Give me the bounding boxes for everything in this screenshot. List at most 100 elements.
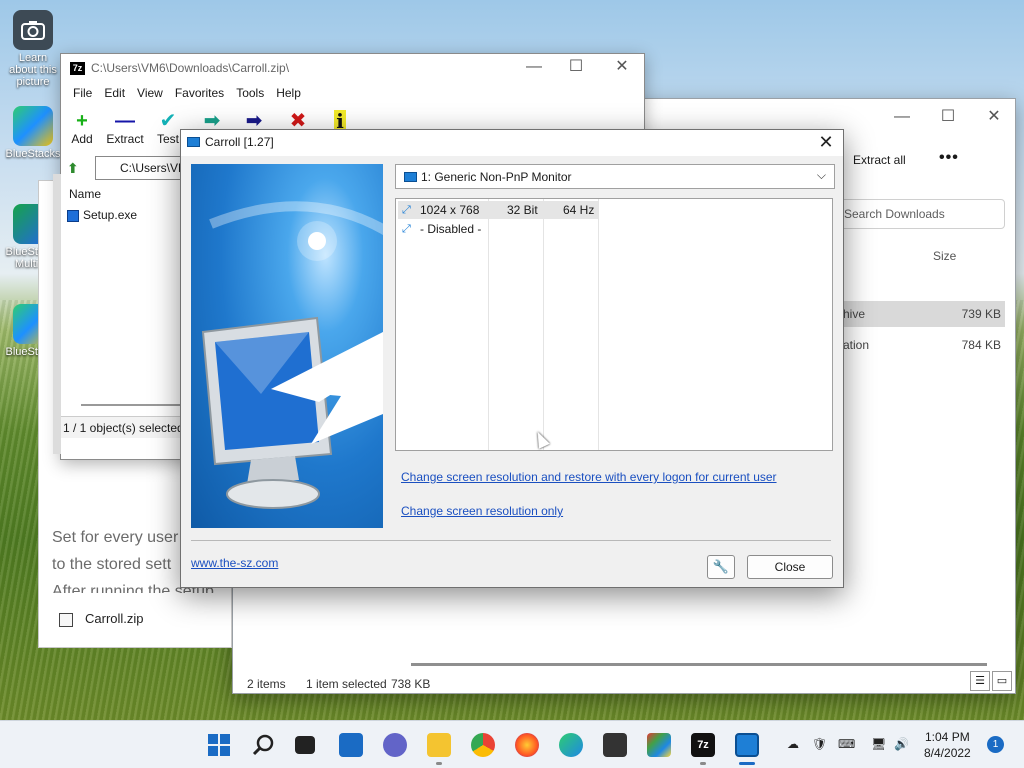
archive-file-name: Setup.exe bbox=[83, 208, 138, 222]
status-size: 738 KB bbox=[391, 677, 431, 691]
extract-icon: — bbox=[115, 110, 135, 132]
monitor-select-value: 1: Generic Non-PnP Monitor bbox=[421, 170, 572, 184]
resolution-value: - Disabled - bbox=[420, 222, 482, 236]
menu-help[interactable]: Help bbox=[270, 86, 307, 100]
menu-edit[interactable]: Edit bbox=[98, 86, 131, 100]
column-header-name[interactable]: Name bbox=[69, 187, 101, 201]
network-icon[interactable]: 🖥 bbox=[871, 737, 886, 751]
column-header-size[interactable]: Size bbox=[933, 249, 956, 263]
maximize-button[interactable]: ☐ bbox=[933, 107, 963, 127]
resolution-row[interactable]: ⤢ 1024 x 768 32 Bit 64 Hz bbox=[398, 201, 598, 219]
extract-button[interactable]: — Extract bbox=[105, 110, 145, 146]
close-icon[interactable]: ✕ bbox=[815, 131, 837, 153]
clock[interactable]: 1:04 PM 8/4/2022 bbox=[924, 729, 971, 761]
file-row[interactable]: chive 739 KB bbox=[837, 301, 1005, 327]
archive-file-row[interactable]: Setup.exe bbox=[67, 208, 137, 222]
sevenzip-title-text: C:\Users\VM6\Downloads\Carroll.zip\ bbox=[91, 61, 290, 75]
volume-icon[interactable]: 🔊 bbox=[894, 737, 909, 751]
zip-file-item[interactable]: Carroll.zip bbox=[59, 611, 144, 627]
sevenzip-title: 7z C:\Users\VM6\Downloads\Carroll.zip\ bbox=[70, 61, 290, 76]
column-divider bbox=[488, 199, 489, 450]
monitor-icon bbox=[187, 137, 200, 147]
file-size: 739 KB bbox=[961, 307, 1001, 321]
start-button[interactable] bbox=[207, 733, 231, 757]
search-button[interactable] bbox=[251, 733, 275, 757]
search-input[interactable]: Search Downloads bbox=[837, 199, 1005, 229]
chat-icon[interactable] bbox=[383, 733, 407, 757]
desktop-icon-label: Learn about this picture bbox=[9, 52, 57, 88]
divider bbox=[191, 540, 831, 541]
windows-logo-icon bbox=[208, 734, 230, 756]
close-button[interactable]: ✕ bbox=[979, 107, 1009, 127]
column-divider bbox=[543, 199, 544, 450]
minimize-button[interactable]: — bbox=[519, 57, 549, 77]
chrome-icon[interactable] bbox=[471, 733, 495, 757]
status-text: 1 / 1 object(s) selected bbox=[63, 421, 184, 435]
widgets-icon[interactable] bbox=[339, 733, 363, 757]
taskbar: 7z ☁ 🛡 ⌨ 🖥 🔊 1:04 PM 8/4/2022 1 bbox=[0, 720, 1024, 768]
store-icon[interactable] bbox=[603, 733, 627, 757]
security-icon[interactable]: 🛡 bbox=[812, 737, 827, 751]
monitor-illustration bbox=[191, 164, 383, 528]
desktop-icon-learn-about-picture[interactable]: Learn about this picture bbox=[4, 10, 62, 88]
running-indicator bbox=[436, 762, 442, 765]
file-size: 784 KB bbox=[961, 338, 1001, 352]
extract-all-button[interactable]: Extract all bbox=[853, 153, 906, 167]
website-link[interactable]: www.the-sz.com bbox=[191, 556, 278, 570]
resolution-value: 1024 x 768 bbox=[420, 203, 480, 217]
menu-favorites[interactable]: Favorites bbox=[169, 86, 230, 100]
menu-file[interactable]: File bbox=[67, 86, 98, 100]
doc-text-line: to the stored sett bbox=[52, 556, 172, 573]
firefox-icon[interactable] bbox=[515, 733, 539, 757]
keyboard-icon[interactable]: ⌨ bbox=[838, 737, 855, 751]
close-button[interactable]: ✕ bbox=[607, 57, 637, 77]
chevron-down-icon: ⌵ bbox=[816, 168, 826, 182]
desktop-icon-bluestacks[interactable]: BlueStacks bbox=[4, 106, 62, 160]
task-view-icon[interactable] bbox=[295, 736, 315, 754]
carroll-title: Carroll [1.27] bbox=[205, 135, 274, 149]
menu-view[interactable]: View bbox=[131, 86, 169, 100]
details-view-button[interactable]: ☰ bbox=[970, 671, 990, 691]
bluestacks-taskbar-icon[interactable] bbox=[647, 733, 671, 757]
carroll-taskbar-icon[interactable] bbox=[735, 733, 759, 757]
zip-file-name: Carroll.zip bbox=[85, 611, 144, 626]
menu-tools[interactable]: Tools bbox=[230, 86, 270, 100]
onedrive-icon[interactable]: ☁ bbox=[787, 737, 799, 751]
bluestacks-icon bbox=[13, 106, 53, 146]
tiles-view-button[interactable]: ▭ bbox=[992, 671, 1012, 691]
wrench-icon: 🔧 bbox=[712, 559, 730, 574]
close-button[interactable]: Close bbox=[747, 555, 833, 579]
change-and-restore-link[interactable]: Change screen resolution and restore wit… bbox=[401, 470, 777, 484]
sevenzip-taskbar-icon[interactable]: 7z bbox=[691, 733, 715, 757]
status-item-count: 2 items bbox=[247, 677, 286, 691]
file-row[interactable]: cation 784 KB bbox=[837, 332, 1005, 358]
test-button[interactable]: ✔ Test bbox=[155, 110, 181, 146]
sevenzip-logo-icon: 7z bbox=[70, 62, 85, 76]
horizontal-scrollbar[interactable] bbox=[411, 663, 987, 666]
more-options-button[interactable]: ••• bbox=[939, 149, 959, 167]
clock-time: 1:04 PM bbox=[925, 730, 970, 744]
status-selected: 1 item selected bbox=[306, 677, 387, 691]
add-button[interactable]: + Add bbox=[69, 110, 95, 146]
edge-icon[interactable] bbox=[559, 733, 583, 757]
settings-button[interactable]: 🔧 bbox=[707, 555, 735, 579]
resolution-icon: ⤢ bbox=[402, 204, 411, 216]
search-icon bbox=[252, 734, 274, 756]
test-icon: ✔ bbox=[159, 110, 177, 132]
maximize-button[interactable]: ☐ bbox=[561, 57, 591, 77]
refresh-rate: 64 Hz bbox=[563, 203, 595, 217]
monitor-select[interactable]: 1: Generic Non-PnP Monitor ⌵ bbox=[395, 164, 835, 189]
change-only-link[interactable]: Change screen resolution only bbox=[401, 504, 563, 518]
left-pane-edge bbox=[53, 174, 61, 454]
file-explorer-icon[interactable] bbox=[427, 733, 451, 757]
monitor-icon bbox=[404, 172, 417, 182]
minimize-button[interactable]: — bbox=[887, 107, 917, 127]
doc-text-line: Set for every user bbox=[52, 529, 179, 546]
horizontal-scrollbar[interactable] bbox=[81, 404, 181, 406]
notification-badge[interactable]: 1 bbox=[987, 736, 1004, 753]
up-folder-icon[interactable]: ⬆ bbox=[67, 160, 79, 177]
resolution-list[interactable]: ⤢ 1024 x 768 32 Bit 64 Hz ⤢ - Disabled - bbox=[395, 198, 833, 451]
add-icon: + bbox=[76, 110, 88, 132]
extract-label: Extract bbox=[106, 132, 144, 146]
carroll-dialog: Carroll [1.27] ✕ 1: Generic Non-PnP Moni… bbox=[180, 129, 844, 588]
